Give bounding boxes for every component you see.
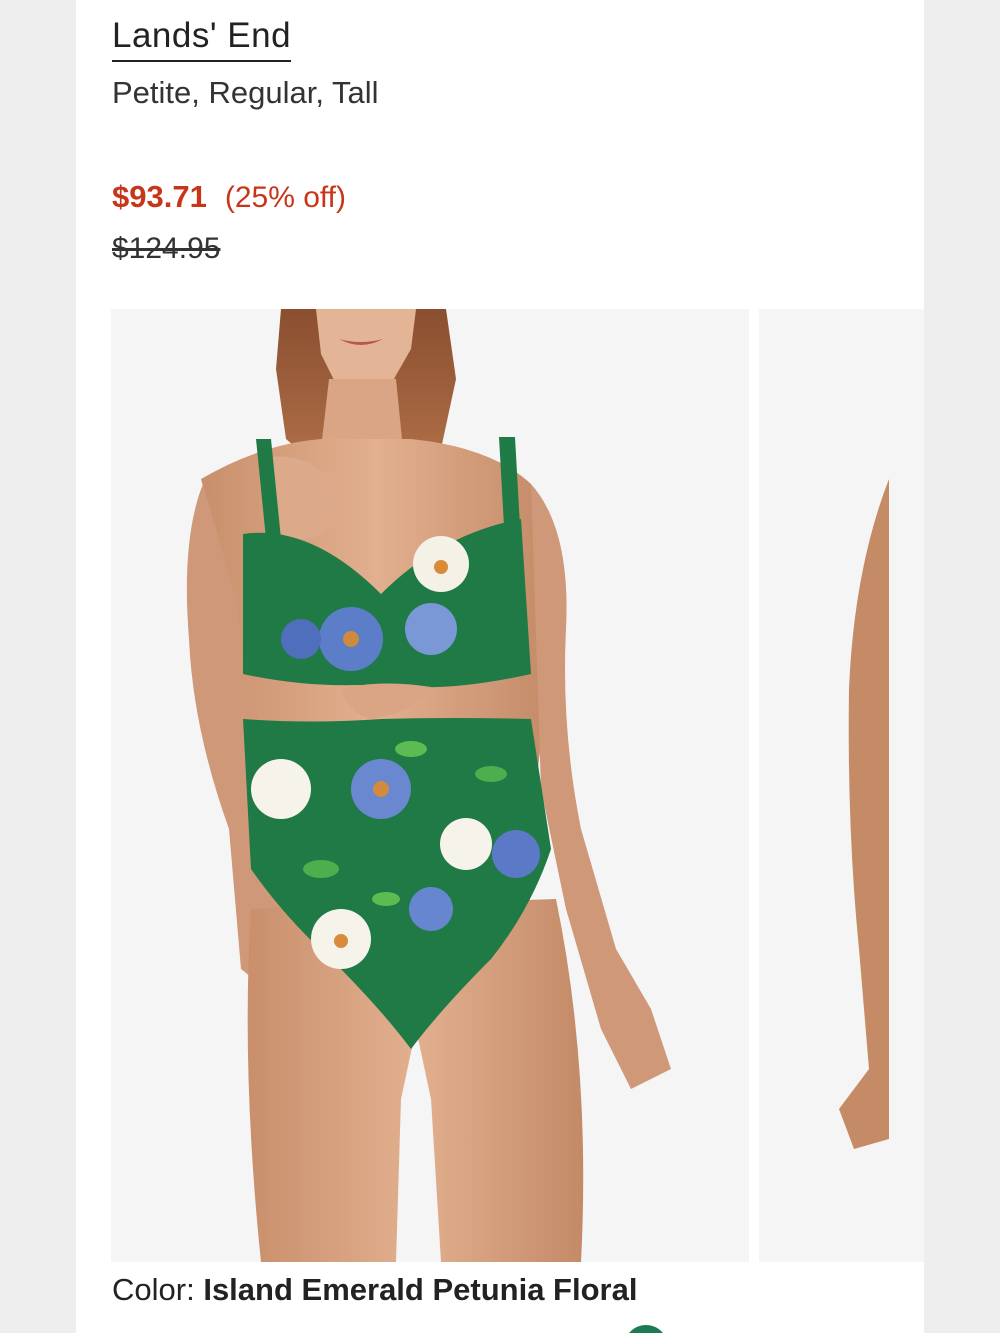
model-side-illustration	[839, 479, 889, 1149]
brand-link[interactable]: Lands' End	[112, 16, 292, 62]
product-image-next-peek[interactable]	[759, 309, 924, 1262]
size-ranges: Petite, Regular, Tall	[112, 75, 379, 110]
sale-price: $93.71	[112, 179, 207, 214]
model-swimsuit-illustration	[186, 309, 671, 1262]
selected-color: Color: Island Emerald Petunia Floral	[112, 1270, 637, 1310]
product-detail-panel: Lands' End Petite, Regular, Tall $93.71 (…	[76, 0, 924, 1333]
page-margin-right	[924, 0, 1000, 1333]
discount-percent: (25% off)	[224, 181, 346, 214]
color-value: Island Emerald Petunia Floral	[203, 1272, 638, 1307]
original-price: $124.95	[112, 232, 221, 265]
color-label: Color:	[112, 1272, 195, 1307]
page-margin-left	[0, 0, 76, 1333]
product-image-carousel[interactable]	[111, 309, 924, 1262]
price-row: $93.71 (25% off)	[112, 177, 346, 223]
color-swatch[interactable]	[624, 1325, 668, 1333]
product-image-main[interactable]	[111, 309, 749, 1262]
